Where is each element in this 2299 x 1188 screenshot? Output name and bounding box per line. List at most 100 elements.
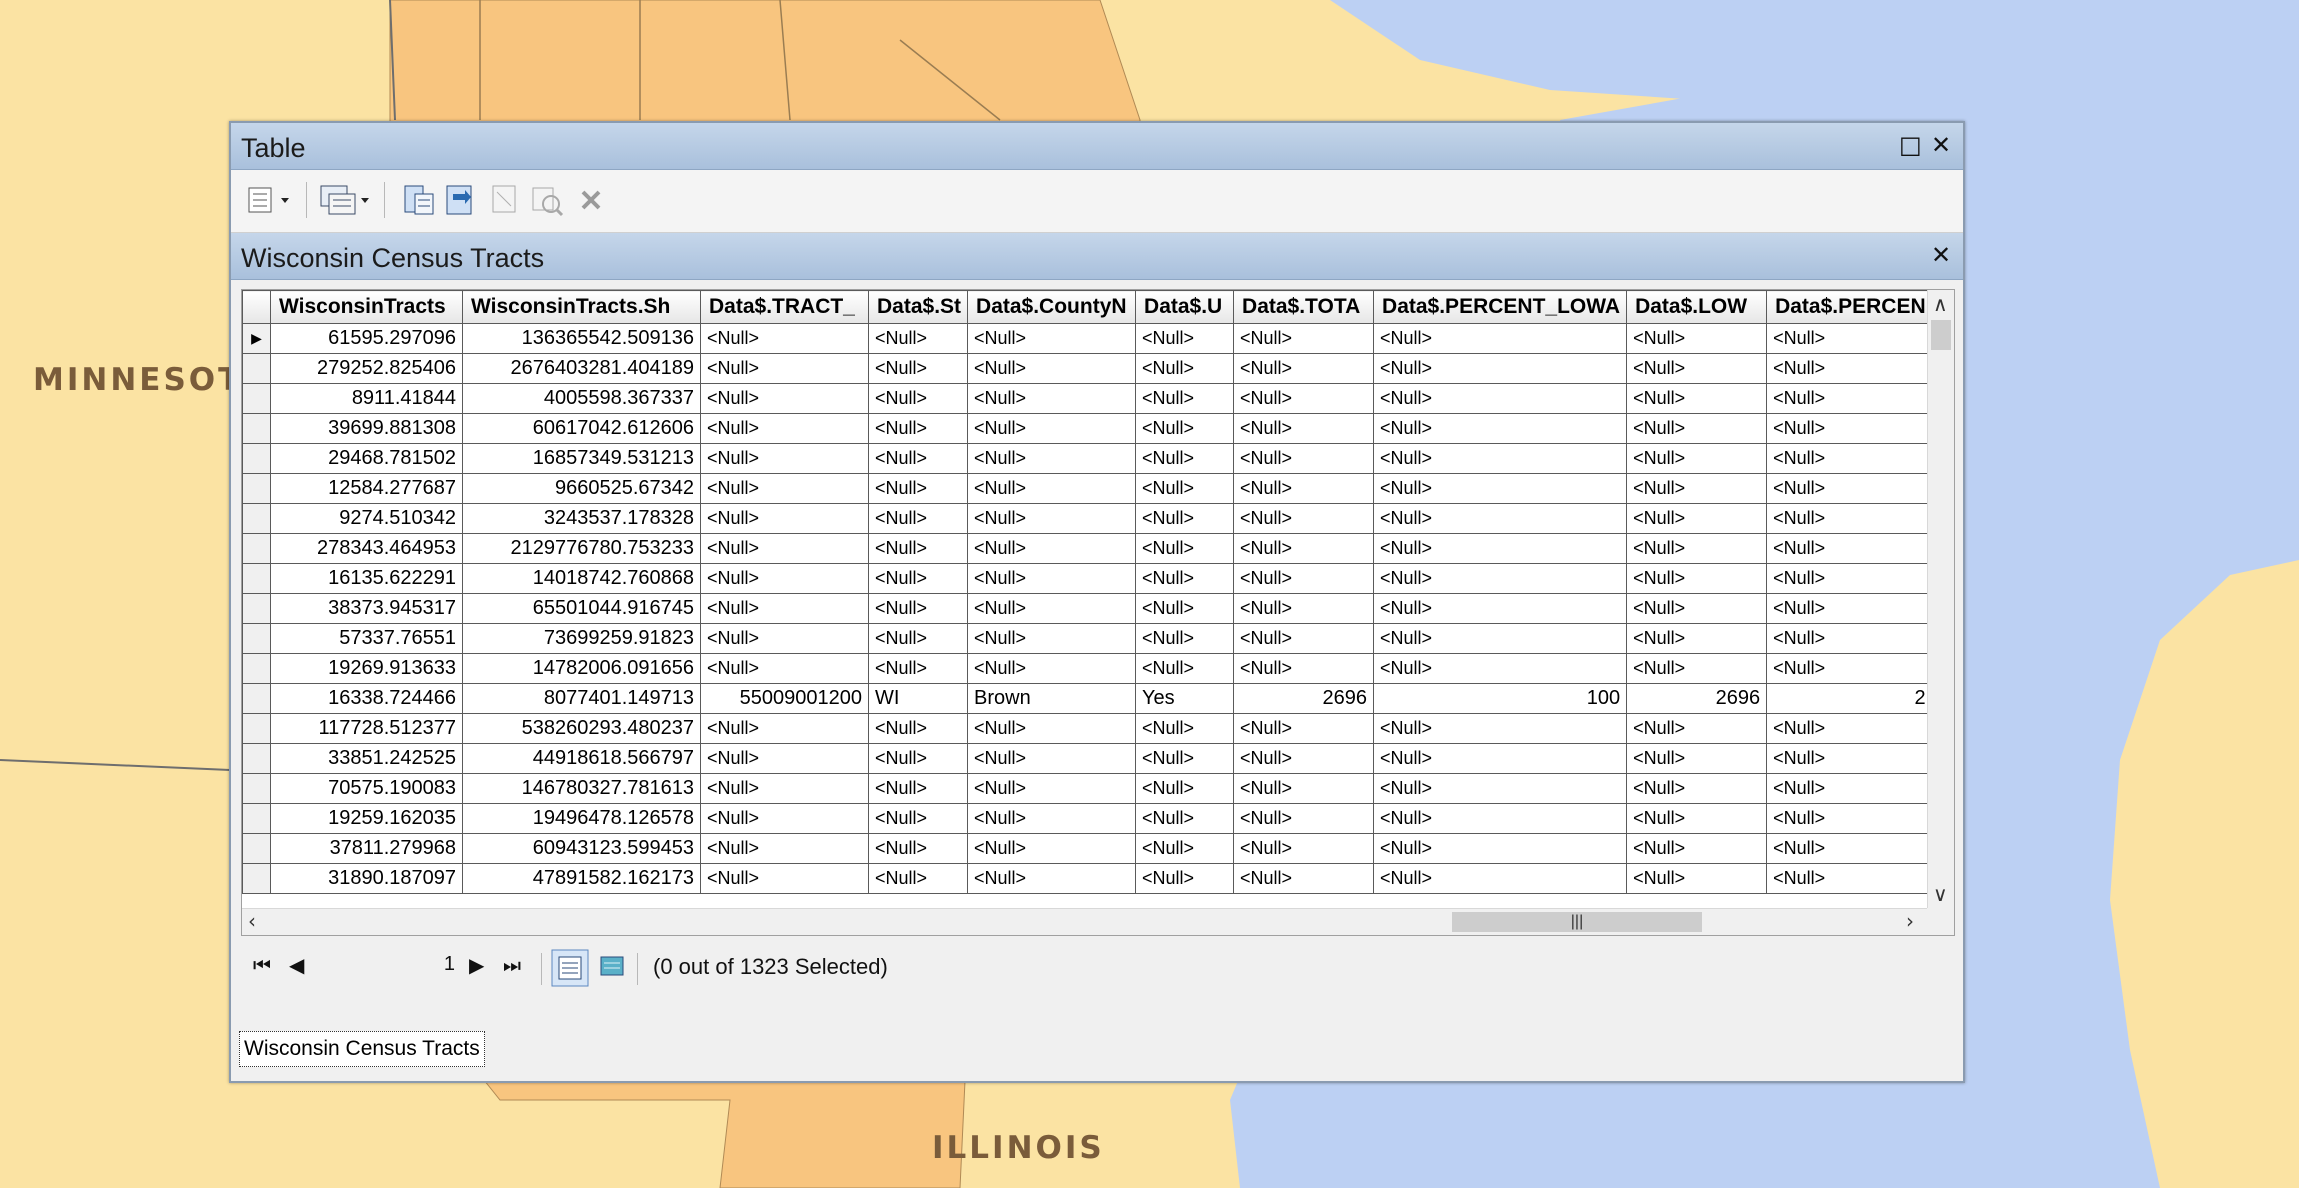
table-cell[interactable]: <Null> — [867, 803, 969, 834]
table-cell[interactable]: <Null> — [967, 473, 1137, 504]
scroll-up-icon[interactable]: ∧ — [1933, 292, 1948, 316]
table-cell[interactable]: <Null> — [700, 533, 869, 564]
table-row[interactable]: 37811.279968 60943123.599453 <Null> <Null> <… — [242, 833, 1933, 864]
attribute-grid[interactable]: WisconsinTracts WisconsinTracts.Sh Data$.T… — [241, 289, 1955, 936]
table-cell[interactable]: 8911.41844 — [270, 383, 463, 414]
column-header[interactable]: Data$.TRACT_ — [700, 290, 869, 324]
table-cell[interactable]: <Null> — [1626, 443, 1768, 474]
table-cell[interactable]: <Null> — [1135, 473, 1235, 504]
table-cell[interactable]: <Null> — [1233, 353, 1375, 384]
table-row[interactable]: ▶ 61595.297096 136365542.509136 <Null> <Null… — [242, 323, 1933, 354]
table-row[interactable]: 19259.162035 19496478.126578 <Null> <Null> <… — [242, 803, 1933, 834]
table-window[interactable]: Table □ ✕ Wisconsin Census Tracts ✕ Wisc… — [229, 121, 1965, 1083]
table-cell[interactable]: <Null> — [967, 773, 1137, 804]
table-cell[interactable]: <Null> — [1373, 473, 1628, 504]
table-cell[interactable]: <Null> — [1373, 593, 1628, 624]
table-cell[interactable]: <Null> — [1135, 593, 1235, 624]
table-cell[interactable]: <Null> — [700, 413, 869, 444]
table-cell[interactable]: <Null> — [967, 443, 1137, 474]
current-row-indicator-icon[interactable]: ▶ — [242, 323, 271, 354]
row-selector[interactable] — [242, 383, 271, 414]
table-cell[interactable]: <Null> — [867, 533, 969, 564]
table-cell[interactable]: <Null> — [1626, 353, 1768, 384]
table-cell[interactable]: 12584.277687 — [270, 473, 463, 504]
first-record-icon[interactable]: ⏮ — [253, 953, 271, 977]
table-cell[interactable]: 136365542.509136 — [462, 323, 701, 354]
table-cell[interactable]: <Null> — [1766, 653, 1933, 684]
column-header[interactable]: Data$.TOTA — [1233, 290, 1375, 324]
table-cell[interactable]: <Null> — [1233, 863, 1375, 894]
table-cell[interactable]: <Null> — [1135, 533, 1235, 564]
table-cell[interactable]: <Null> — [1373, 563, 1628, 594]
row-selector[interactable] — [242, 473, 271, 504]
table-cell[interactable]: <Null> — [867, 863, 969, 894]
row-selector[interactable] — [242, 683, 271, 714]
current-record-field[interactable]: 1 — [431, 953, 455, 976]
table-cell[interactable]: <Null> — [1766, 713, 1933, 744]
show-all-records-icon[interactable] — [551, 949, 589, 987]
table-cell[interactable]: <Null> — [867, 563, 969, 594]
table-cell[interactable]: <Null> — [1373, 413, 1628, 444]
table-cell[interactable]: 19259.162035 — [270, 803, 463, 834]
switch-selection-icon[interactable] — [443, 180, 479, 220]
table-cell[interactable]: <Null> — [1233, 833, 1375, 864]
table-cell[interactable]: 60943123.599453 — [462, 833, 701, 864]
row-selector[interactable] — [242, 353, 271, 384]
window-titlebar[interactable]: Table □ ✕ — [231, 123, 1963, 170]
table-cell[interactable]: <Null> — [1233, 473, 1375, 504]
column-header[interactable]: WisconsinTracts.Sh — [462, 290, 701, 324]
table-cell[interactable]: 33851.242525 — [270, 743, 463, 774]
select-by-attributes-icon[interactable] — [401, 180, 437, 220]
table-cell[interactable]: <Null> — [1373, 503, 1628, 534]
table-cell[interactable]: <Null> — [1766, 383, 1933, 414]
table-cell[interactable]: <Null> — [1626, 863, 1768, 894]
row-selector[interactable] — [242, 593, 271, 624]
table-cell[interactable]: <Null> — [867, 653, 969, 684]
table-cell[interactable]: <Null> — [1766, 503, 1933, 534]
table-row[interactable]: 29468.781502 16857349.531213 <Null> <Null> <… — [242, 443, 1933, 474]
scroll-left-icon[interactable]: ‹ — [248, 909, 256, 933]
row-selector[interactable] — [242, 563, 271, 594]
table-cell[interactable]: 2 — [1766, 683, 1933, 714]
table-cell[interactable]: <Null> — [1766, 863, 1933, 894]
table-cell[interactable]: 19496478.126578 — [462, 803, 701, 834]
table-row[interactable]: 12584.277687 9660525.67342 <Null> <Null> <Nu… — [242, 473, 1933, 504]
table-cell[interactable]: 44918618.566797 — [462, 743, 701, 774]
table-cell[interactable]: 16857349.531213 — [462, 443, 701, 474]
table-cell[interactable]: <Null> — [1233, 443, 1375, 474]
table-cell[interactable]: <Null> — [1233, 413, 1375, 444]
table-cell[interactable]: <Null> — [1766, 773, 1933, 804]
column-header[interactable]: Data$.PERCEN — [1766, 290, 1933, 324]
table-cell[interactable]: <Null> — [1766, 323, 1933, 354]
last-record-icon[interactable]: ⏭ — [503, 953, 521, 977]
table-cell[interactable]: <Null> — [1135, 743, 1235, 774]
table-cell[interactable]: <Null> — [1626, 413, 1768, 444]
table-cell[interactable]: <Null> — [1626, 833, 1768, 864]
table-cell[interactable]: <Null> — [1233, 323, 1375, 354]
close-table-icon[interactable]: ✕ — [1931, 241, 1951, 269]
table-cell[interactable]: <Null> — [1766, 443, 1933, 474]
table-cell[interactable]: <Null> — [1233, 563, 1375, 594]
table-cell[interactable]: 14782006.091656 — [462, 653, 701, 684]
table-cell[interactable]: 279252.825406 — [270, 353, 463, 384]
table-cell[interactable]: 8077401.149713 — [462, 683, 701, 714]
table-cell[interactable]: <Null> — [867, 833, 969, 864]
row-selector[interactable] — [242, 413, 271, 444]
table-cell[interactable]: WI — [867, 683, 969, 714]
table-cell[interactable]: <Null> — [1626, 533, 1768, 564]
table-cell[interactable]: <Null> — [1766, 803, 1933, 834]
row-selector[interactable] — [242, 623, 271, 654]
row-selector[interactable] — [242, 713, 271, 744]
scroll-down-icon[interactable]: ∨ — [1933, 882, 1948, 906]
vertical-scroll-thumb[interactable] — [1931, 320, 1951, 350]
table-cell[interactable]: <Null> — [1373, 743, 1628, 774]
table-cell[interactable]: 19269.913633 — [270, 653, 463, 684]
table-cell[interactable]: 14018742.760868 — [462, 563, 701, 594]
table-cell[interactable]: 117728.512377 — [270, 713, 463, 744]
table-cell[interactable]: <Null> — [1373, 713, 1628, 744]
table-cell[interactable]: 146780327.781613 — [462, 773, 701, 804]
table-cell[interactable]: <Null> — [1233, 803, 1375, 834]
table-cell[interactable]: <Null> — [1135, 443, 1235, 474]
table-row[interactable]: 39699.881308 60617042.612606 <Null> <Null> <… — [242, 413, 1933, 444]
table-cell[interactable]: <Null> — [1373, 773, 1628, 804]
